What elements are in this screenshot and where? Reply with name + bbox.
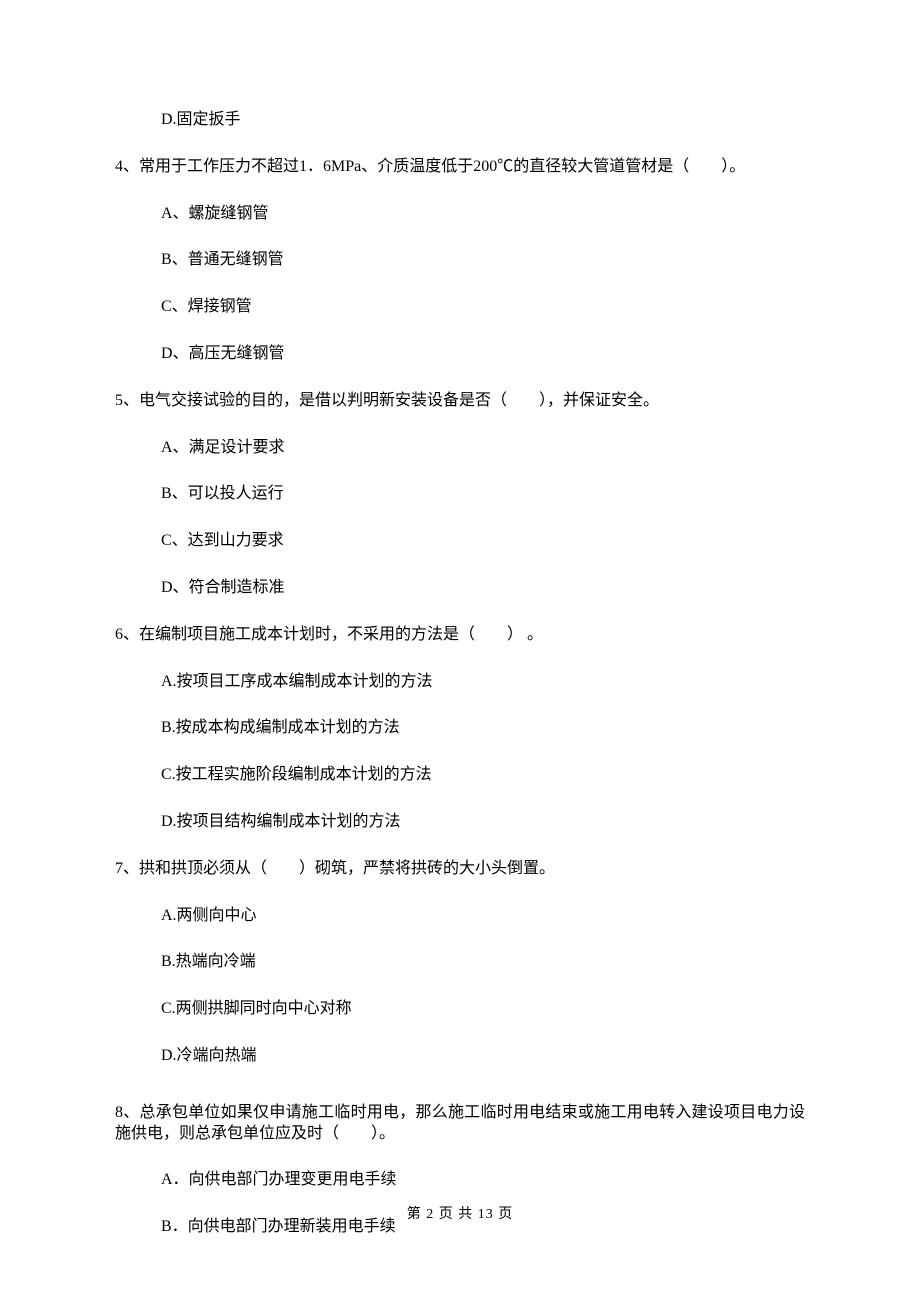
q6-option-b: B.按成本构成编制成本计划的方法 <box>161 718 805 739</box>
q4-option-d: D、高压无缝钢管 <box>161 344 805 365</box>
q3-option-d: D.固定扳手 <box>161 110 805 131</box>
q4-option-a: A、螺旋缝钢管 <box>161 204 805 225</box>
q7-option-d: D.冷端向热端 <box>161 1046 805 1067</box>
page-footer: 第 2 页 共 13 页 <box>0 1206 920 1224</box>
q8-stem: 8、总承包单位如果仅申请施工临时用电，那么施工临时用电结束或施工用电转入建设项目… <box>115 1103 805 1145</box>
q7-option-c: C.两侧拱脚同时向中心对称 <box>161 999 805 1020</box>
q5-option-b: B、可以投人运行 <box>161 484 805 505</box>
q6-option-c: C.按工程实施阶段编制成本计划的方法 <box>161 765 805 786</box>
q6-option-a: A.按项目工序成本编制成本计划的方法 <box>161 672 805 693</box>
q7-stem: 7、拱和拱顶必须从（ ）砌筑，严禁将拱砖的大小头倒置。 <box>115 859 805 880</box>
q4-stem: 4、常用于工作压力不超过1．6MPa、介质温度低于200℃的直径较大管道管材是（… <box>115 157 805 178</box>
q8-option-a: A．向供电部门办理变更用电手续 <box>161 1170 805 1191</box>
q7-option-b: B.热端向冷端 <box>161 952 805 973</box>
q5-option-c: C、达到山力要求 <box>161 531 805 552</box>
q7-option-a: A.两侧向中心 <box>161 906 805 927</box>
q5-stem: 5、电气交接试验的目的，是借以判明新安装设备是否（ ），并保证安全。 <box>115 391 805 412</box>
q4-option-b: B、普通无缝钢管 <box>161 250 805 271</box>
q5-option-a: A、满足设计要求 <box>161 438 805 459</box>
q4-option-c: C、焊接钢管 <box>161 297 805 318</box>
q6-option-d: D.按项目结构编制成本计划的方法 <box>161 812 805 833</box>
q5-option-d: D、符合制造标准 <box>161 578 805 599</box>
q6-stem: 6、在编制项目施工成本计划时，不采用的方法是（ ） 。 <box>115 625 805 646</box>
